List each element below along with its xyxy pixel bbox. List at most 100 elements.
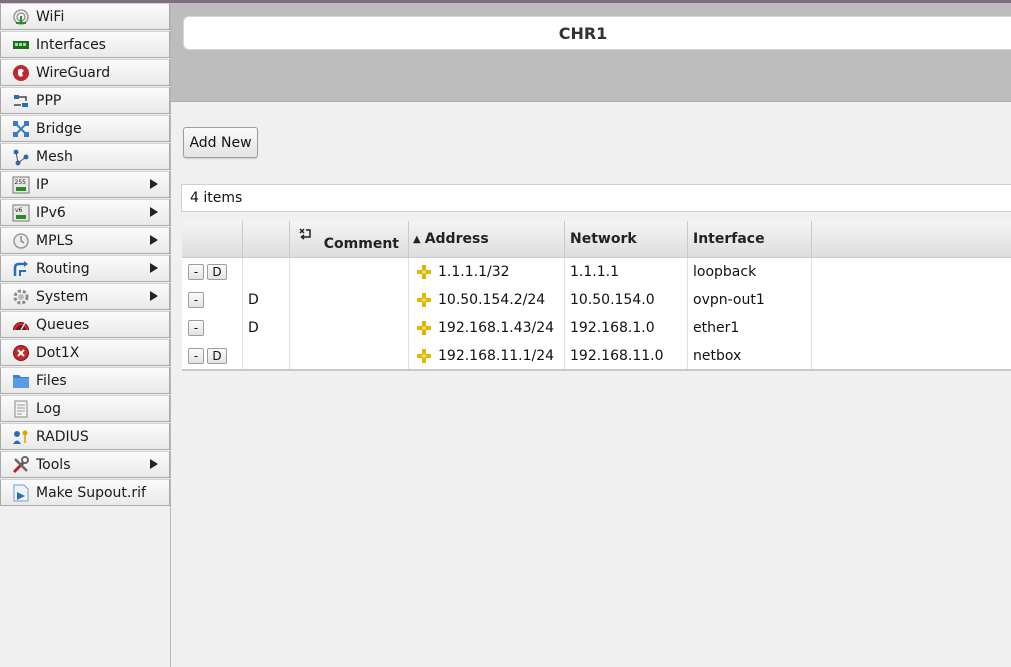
ipv6-icon: v6 [11,204,31,222]
table-row[interactable]: - D 10.50.154.2/24 10.50.154.0 ovpn-out1 [182,286,1011,315]
row-interface: ovpn-out1 [688,286,812,314]
remove-button[interactable]: - [188,348,204,364]
sidebar-item-label: Tools [36,456,71,473]
submenu-arrow-icon [150,207,158,217]
column-header-comment-label: Comment [323,236,399,252]
address-plus-icon [417,265,431,279]
row-flag [243,258,290,286]
row-actions: - [182,314,243,342]
remove-button[interactable]: - [188,292,204,308]
row-flag: D [243,314,290,342]
row-interface: netbox [688,342,812,370]
submenu-arrow-icon [150,291,158,301]
row-network: 192.168.1.0 [565,314,688,342]
sidebar-item-bridge[interactable]: Bridge [0,115,170,142]
sidebar-item-label: IPv6 [36,204,66,221]
sidebar-item-queues[interactable]: Queues [0,311,170,338]
column-header-network[interactable]: Network [565,221,688,257]
sidebar-item-dot1x[interactable]: Dot1X [0,339,170,366]
row-flag: D [243,286,290,314]
ppp-icon [11,92,31,110]
table-row[interactable]: - D 1.1.1.1/32 1.1.1.1 loopback [182,258,1011,287]
sidebar-item-interfaces[interactable]: Interfaces [0,31,170,58]
column-header-comment[interactable]: Comment [290,221,409,257]
sidebar-item-label: Make Supout.rif [36,484,146,501]
log-icon [11,400,31,418]
row-address[interactable]: 192.168.11.1/24 [409,342,565,370]
sidebar-item-system[interactable]: System [0,283,170,310]
column-header-interface[interactable]: Interface [688,221,812,257]
row-address[interactable]: 10.50.154.2/24 [409,286,565,314]
sidebar-item-radius[interactable]: RADIUS [0,423,170,450]
sidebar-item-files[interactable]: Files [0,367,170,394]
row-comment [290,314,409,342]
sidebar-item-mesh[interactable]: Mesh [0,143,170,170]
row-flag [243,342,290,370]
row-network: 1.1.1.1 [565,258,688,286]
row-comment [290,258,409,286]
add-new-button[interactable]: Add New [183,127,258,158]
column-header-flags[interactable] [243,221,290,257]
sidebar-item-label: Log [36,400,62,417]
sidebar-item-label: Queues [36,316,90,333]
sidebar-item-label: PPP [36,92,62,109]
address-plus-icon [417,321,431,335]
title-bar: CHR1 [183,16,1011,50]
comment-toggle-icon[interactable] [298,227,313,246]
radius-icon [11,428,31,446]
row-network: 10.50.154.0 [565,286,688,314]
column-header-address[interactable]: ▲ Address [409,221,565,257]
supout-icon [11,484,31,502]
row-address[interactable]: 192.168.1.43/24 [409,314,565,342]
sidebar-item-ppp[interactable]: PPP [0,87,170,114]
disable-button[interactable]: D [207,264,227,280]
sidebar-item-label: Mesh [36,148,73,165]
sidebar-item-label: Files [36,372,67,389]
tools-icon [11,455,31,474]
ip-icon: 255 [11,176,31,194]
svg-text:v6: v6 [15,207,23,214]
row-actions: - [182,286,243,314]
submenu-arrow-icon [150,263,158,273]
row-interface: loopback [688,258,812,286]
mesh-icon [11,148,31,166]
remove-button[interactable]: - [188,264,204,280]
remove-button[interactable]: - [188,320,204,336]
sidebar-item-label: MPLS [36,232,74,249]
folder-icon [11,372,31,390]
page-title: CHR1 [558,23,608,43]
address-plus-icon [417,293,431,307]
submenu-arrow-icon [150,235,158,245]
sidebar-item-wireguard[interactable]: WireGuard [0,59,170,86]
sidebar-item-label: Dot1X [36,344,80,361]
row-address[interactable]: 1.1.1.1/32 [409,258,565,286]
sidebar-item-label: Routing [36,260,90,277]
row-actions: - D [182,258,243,286]
row-actions: - D [182,342,243,370]
row-interface: ether1 [688,314,812,342]
bridge-icon [11,120,31,138]
routing-icon [11,260,31,278]
wifi-icon [11,8,31,26]
table-row[interactable]: - D 192.168.1.43/24 192.168.1.0 ether1 [182,314,1011,343]
row-network: 192.168.11.0 [565,342,688,370]
item-count: 4 items [190,190,243,206]
sort-ascending-icon: ▲ [413,233,421,245]
svg-text:255: 255 [15,179,27,186]
sidebar-item-log[interactable]: Log [0,395,170,422]
sidebar-item-mpls[interactable]: MPLS [0,227,170,254]
sidebar-item-label: Bridge [36,120,82,137]
sidebar-item-make-supout[interactable]: Make Supout.rif [0,479,170,506]
table-row[interactable]: - D 192.168.11.1/24 192.168.11.0 netbox [182,342,1011,371]
sidebar-item-wifi[interactable]: WiFi [0,3,170,30]
sidebar-item-routing[interactable]: Routing [0,255,170,282]
sidebar-item-tools[interactable]: Tools [0,451,170,478]
sidebar-item-ip[interactable]: 255 IP [0,171,170,198]
item-count-bar: 4 items [181,184,1011,212]
disable-button[interactable]: D [207,348,227,364]
column-header-actions[interactable] [182,221,243,257]
sidebar-item-ipv6[interactable]: v6 IPv6 [0,199,170,226]
sidebar-item-label: Interfaces [36,36,106,53]
column-header-filler [812,221,1011,257]
interfaces-icon [11,36,31,54]
